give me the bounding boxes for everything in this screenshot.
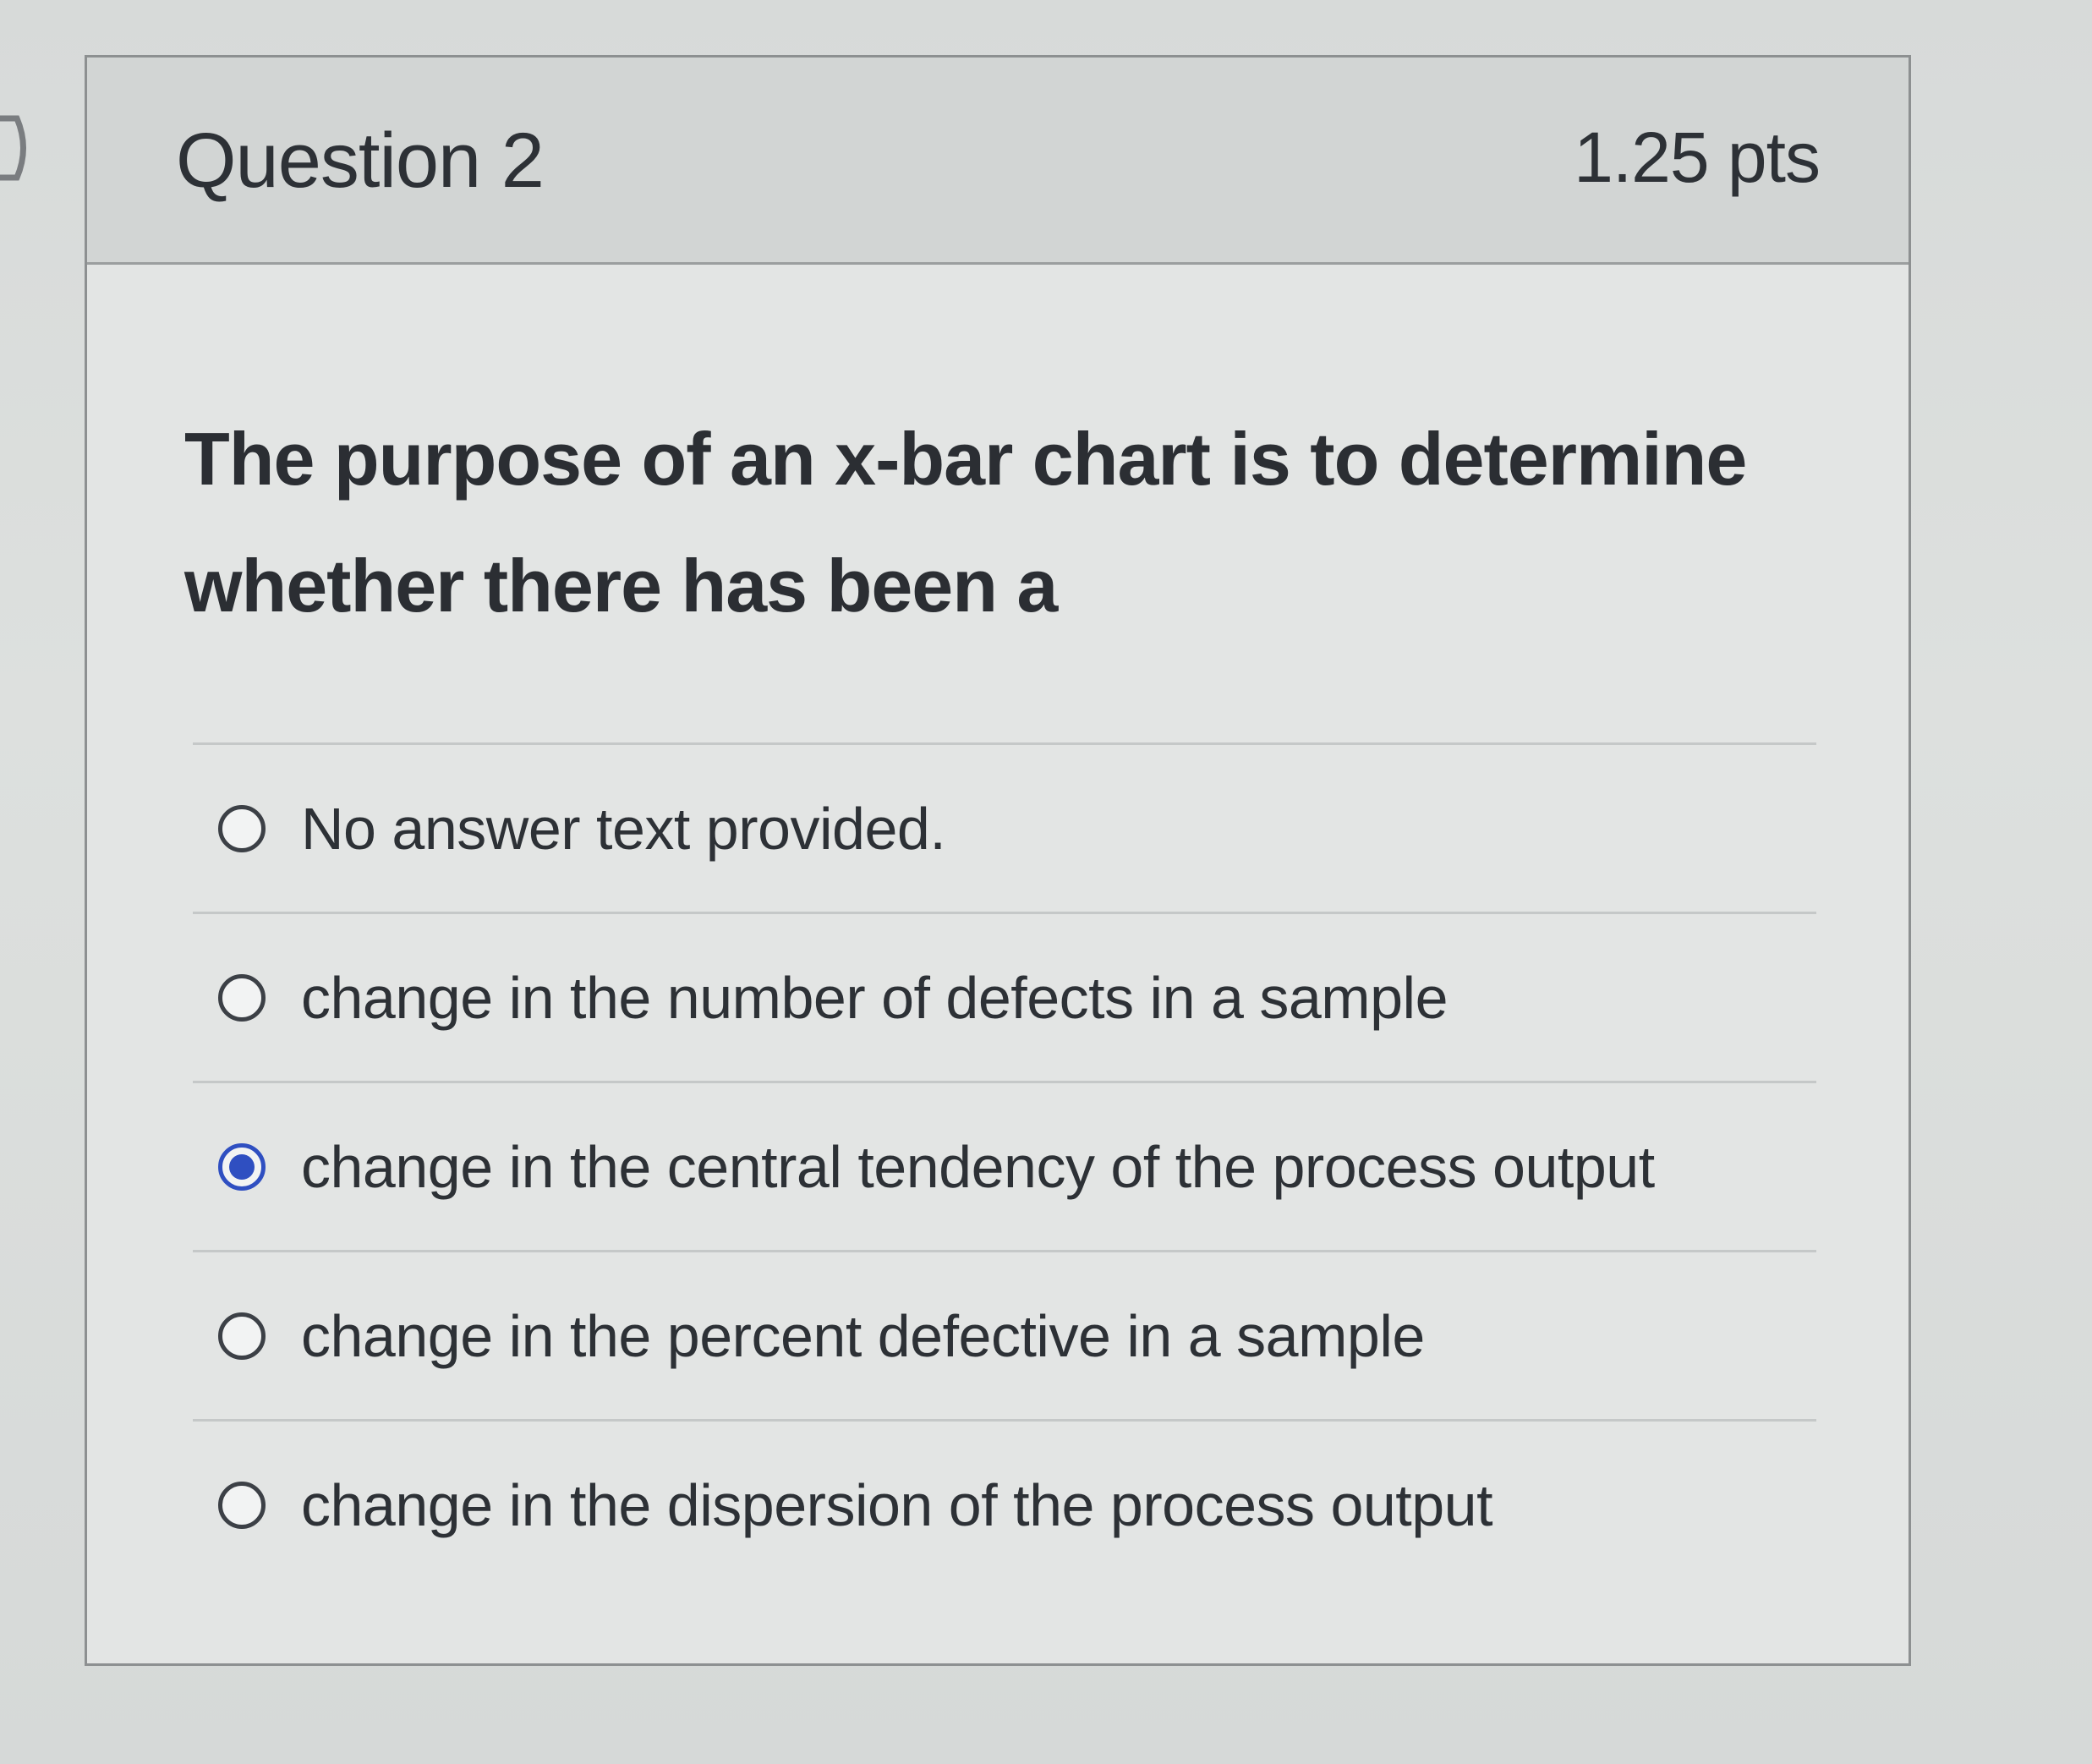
radio-button[interactable]: [218, 1312, 266, 1360]
question-text: The purpose of an x-bar chart is to dete…: [184, 417, 1747, 627]
answer-option-3[interactable]: change in the central tendency of the pr…: [193, 1083, 1816, 1250]
answer-label[interactable]: No answer text provided.: [301, 795, 946, 863]
question-card: Question 2 1.25 pts The purpose of an x-…: [85, 55, 1911, 1666]
radio-button-selected[interactable]: [218, 1142, 266, 1191]
chevron-right-icon[interactable]: [0, 110, 34, 186]
answer-option-2[interactable]: change in the number of defects in a sam…: [193, 914, 1816, 1081]
answer-option-4[interactable]: change in the percent defective in a sam…: [193, 1252, 1816, 1419]
radio-button[interactable]: [218, 973, 266, 1022]
answer-option-5[interactable]: change in the dispersion of the process …: [193, 1422, 1816, 1588]
answer-label[interactable]: change in the percent defective in a sam…: [301, 1302, 1425, 1370]
answer-option-1[interactable]: No answer text provided.: [193, 745, 1816, 912]
question-title: Question 2: [176, 118, 545, 204]
question-points: 1.25 pts: [1574, 118, 1821, 197]
radio-button[interactable]: [218, 804, 266, 852]
question-header: Question 2 1.25 pts: [87, 58, 1909, 265]
answer-list: No answer text provided. change in the n…: [193, 742, 1816, 1588]
radio-button[interactable]: [218, 1481, 266, 1529]
answer-label[interactable]: change in the number of defects in a sam…: [301, 964, 1449, 1032]
answer-label[interactable]: change in the dispersion of the process …: [301, 1471, 1493, 1539]
answer-label[interactable]: change in the central tendency of the pr…: [301, 1133, 1655, 1201]
